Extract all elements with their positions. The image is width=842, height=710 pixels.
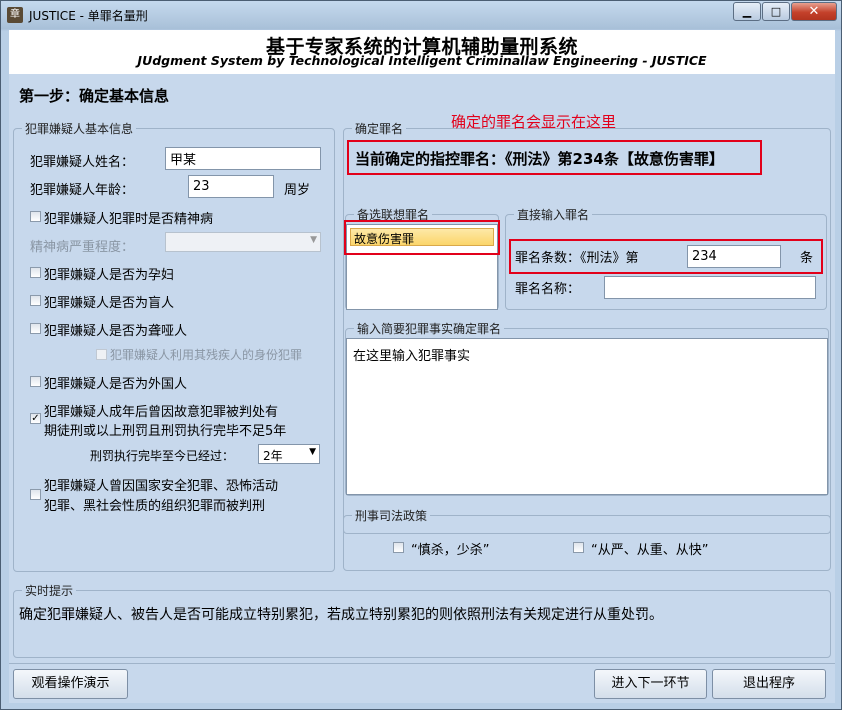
mental-illness-checkbox[interactable] [30, 211, 41, 222]
foreigner-checkbox[interactable] [30, 376, 41, 387]
elapsed-label: 刑罚执行完毕至今已经过： [90, 449, 235, 463]
severity-select[interactable]: ▼ [165, 232, 321, 252]
recidivist-label-line1: 犯罪嫌疑人成年后曾因故意犯罪被判处有 [44, 405, 279, 420]
minimize-button[interactable]: ▁ [733, 2, 761, 21]
hint-text: 确定犯罪嫌疑人、被告人是否可能成立特别累犯，若成立特别累犯的则依照刑法有关规定进… [19, 607, 663, 623]
age-unit-label: 周岁 [284, 183, 311, 198]
banner: 基于专家系统的计算机辅助量刑系统 JUdgment System by Tech… [9, 30, 835, 74]
elapsed-value: 2年 [263, 449, 283, 463]
article-number-input[interactable] [687, 245, 781, 268]
article-suffix-label: 条 [800, 251, 814, 266]
hint-legend: 实时提示 [22, 582, 77, 599]
blind-checkbox[interactable] [30, 295, 41, 306]
policy-legend: 刑事司法政策 [352, 507, 431, 524]
policy-option2-label: “从严、从重、从快” [591, 543, 709, 558]
severity-label: 精神病严重程度： [30, 240, 135, 255]
facts-legend: 输入简要犯罪事实确定罪名 [354, 320, 505, 337]
deaf-mute-label: 犯罪嫌疑人是否为聋哑人 [44, 324, 188, 339]
policy-option1-label: “慎杀，少杀” [411, 543, 490, 558]
blind-label: 犯罪嫌疑人是否为盲人 [44, 296, 175, 311]
mental-illness-label: 犯罪嫌疑人犯罪时是否精神病 [44, 212, 214, 227]
crime-legend: 确定罪名 [352, 120, 407, 137]
client-area: 基于专家系统的计算机辅助量刑系统 JUdgment System by Tech… [9, 30, 835, 703]
crime-annotation: 确定的罪名会显示在这里 [451, 113, 617, 131]
window-controls: ▁ □ ✕ [732, 2, 837, 21]
foreigner-label: 犯罪嫌疑人是否为外国人 [44, 377, 188, 392]
current-crime: 当前确定的指控罪名：《刑法》第234条【故意伤害罪】 [355, 150, 724, 168]
recidivist-label-line2: 期徒刑或以上刑罚且刑罚执行完毕不足5年 [44, 424, 287, 439]
exit-button[interactable]: 退出程序 [712, 669, 826, 699]
disability-identity-label: 犯罪嫌疑人利用其残疾人的身份犯罪 [110, 348, 303, 362]
demo-button[interactable]: 观看操作演示 [13, 669, 128, 699]
title-bar[interactable]: 章 JUSTICE - 单罪名量刑 ▁ □ ✕ [1, 1, 841, 29]
disability-identity-checkbox[interactable] [96, 349, 107, 360]
suspect-info-group: 犯罪嫌疑人基本信息 犯罪嫌疑人姓名： 犯罪嫌疑人年龄： 周岁 犯罪嫌疑人犯罪时是… [13, 120, 335, 572]
special-crime-label-line2: 犯罪、黑社会性质的组织犯罪而被判刑 [44, 499, 266, 514]
suspect-age-input[interactable] [188, 175, 274, 198]
recidivist-checkbox[interactable]: ✓ [30, 413, 41, 424]
main-window: 章 JUSTICE - 单罪名量刑 ▁ □ ✕ 基于专家系统的计算机辅助量刑系统… [0, 0, 842, 710]
chevron-down-icon: ▼ [309, 447, 316, 457]
special-crime-label-line1: 犯罪嫌疑人曾因国家安全犯罪、恐怖活动 [44, 479, 279, 494]
bottom-divider [9, 663, 835, 664]
window-title: JUSTICE - 单罪名量刑 [29, 9, 148, 23]
close-button[interactable]: ✕ [791, 2, 837, 21]
suspect-name-input[interactable] [165, 147, 321, 170]
special-crime-checkbox[interactable] [30, 489, 41, 500]
candidate-highlight [344, 220, 500, 255]
policy-option2-checkbox[interactable] [573, 542, 584, 553]
suspect-age-label: 犯罪嫌疑人年龄： [30, 183, 135, 198]
chevron-down-icon: ▼ [310, 235, 317, 245]
step-title: 第一步：确定基本信息 [19, 87, 170, 105]
facts-textarea[interactable]: 在这里输入犯罪事实 [346, 338, 828, 495]
suspect-info-legend: 犯罪嫌疑人基本信息 [22, 120, 137, 137]
app-icon: 章 [7, 7, 23, 23]
banner-subtitle: JUdgment System by Technological Intelli… [137, 53, 707, 68]
crime-name-input[interactable] [604, 276, 816, 299]
pregnant-checkbox[interactable] [30, 267, 41, 278]
deaf-mute-checkbox[interactable] [30, 323, 41, 334]
pregnant-label: 犯罪嫌疑人是否为孕妇 [44, 268, 175, 283]
direct-input-legend: 直接输入罪名 [514, 206, 593, 223]
crime-name-label: 罪名名称： [515, 282, 581, 297]
next-button[interactable]: 进入下一环节 [594, 669, 707, 699]
suspect-name-label: 犯罪嫌疑人姓名： [30, 155, 135, 170]
article-prefix-label: 罪名条数：《刑法》第 [515, 251, 639, 266]
policy-option1-checkbox[interactable] [393, 542, 404, 553]
elapsed-select[interactable]: 2年 ▼ [258, 444, 320, 464]
hint-group: 实时提示 [13, 582, 831, 658]
maximize-button[interactable]: □ [762, 2, 790, 21]
